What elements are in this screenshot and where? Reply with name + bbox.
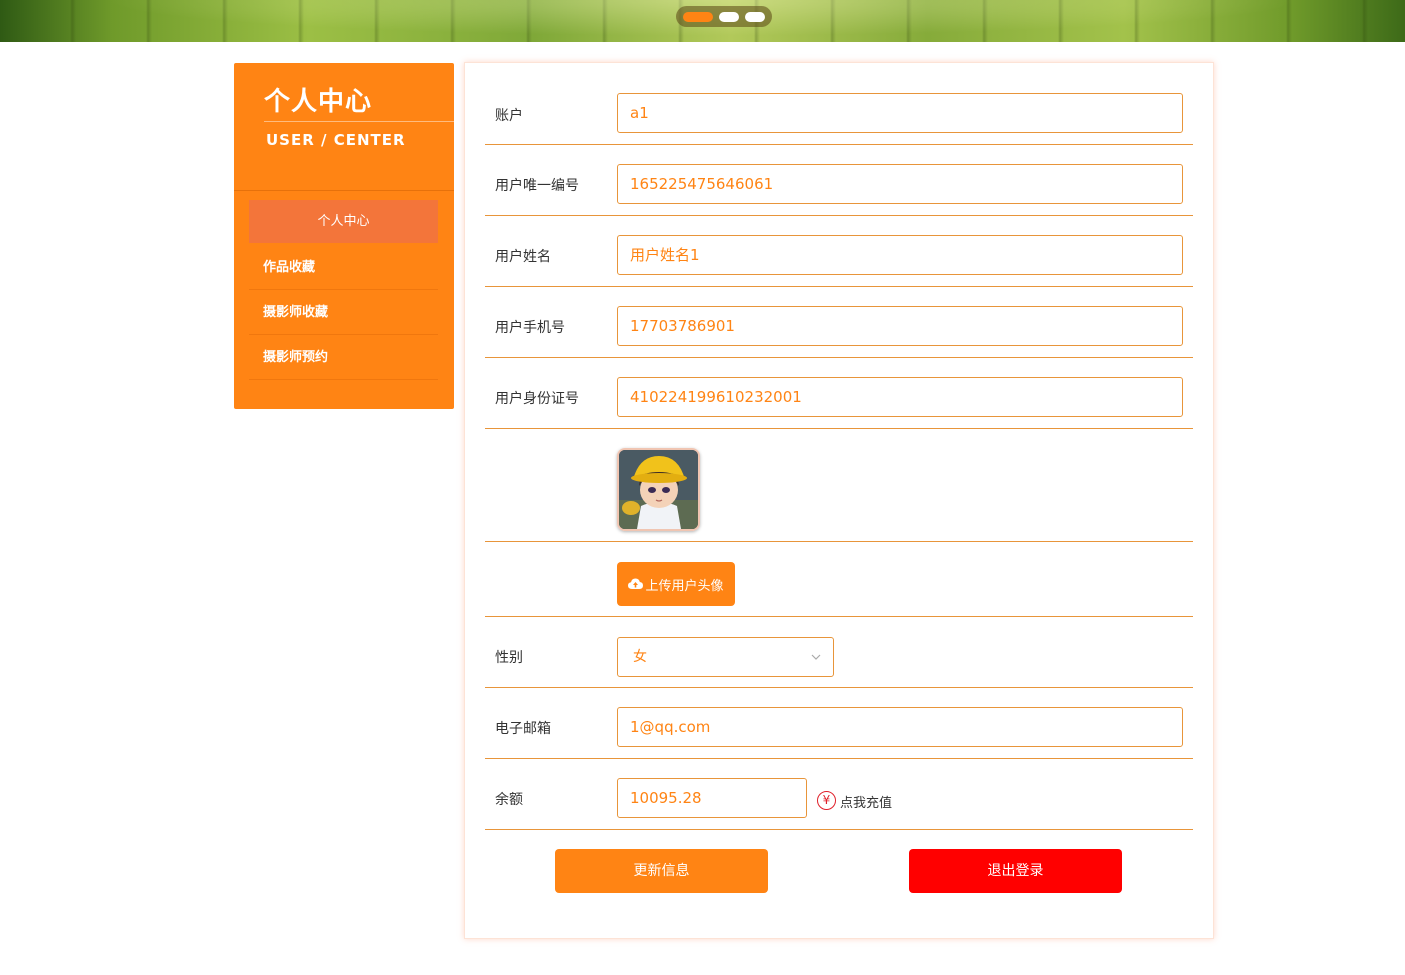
row-user-name: 用户姓名 用户姓名1 bbox=[485, 216, 1193, 287]
user-name-label: 用户姓名 bbox=[495, 249, 551, 265]
email-input[interactable]: 1@qq.com bbox=[617, 707, 1183, 747]
row-gender: 性别 女 bbox=[485, 617, 1193, 688]
account-label: 账户 bbox=[495, 108, 523, 124]
row-account: 账户 a1 bbox=[485, 93, 1193, 145]
user-name-input[interactable]: 用户姓名1 bbox=[617, 235, 1183, 275]
carousel-indicator[interactable] bbox=[676, 6, 772, 27]
logout-button[interactable]: 退出登录 bbox=[909, 849, 1122, 893]
upload-avatar-label: 上传用户头像 bbox=[645, 578, 724, 594]
update-info-button[interactable]: 更新信息 bbox=[555, 849, 768, 893]
user-id-input[interactable]: 165225475646061 bbox=[617, 164, 1183, 204]
upload-avatar-button[interactable]: 上传用户头像 bbox=[617, 562, 735, 606]
id-card-input[interactable]: 410224199610232001 bbox=[617, 377, 1183, 417]
sidebar-subtitle: USER / CENTER bbox=[266, 131, 406, 149]
cloud-upload-icon bbox=[628, 578, 644, 589]
user-id-label: 用户唯一编号 bbox=[495, 178, 579, 194]
chevron-down-icon bbox=[811, 654, 821, 660]
sidebar-item-user-center[interactable]: 个人中心 bbox=[249, 200, 438, 243]
phone-input[interactable]: 17703786901 bbox=[617, 306, 1183, 346]
sidebar-title-divider bbox=[264, 121, 454, 122]
recharge-link[interactable]: ¥ 点我充值 bbox=[817, 789, 892, 811]
yen-icon: ¥ bbox=[817, 790, 836, 810]
row-upload-avatar: 上传用户头像 bbox=[485, 542, 1193, 617]
carousel-dot-1[interactable] bbox=[683, 11, 713, 22]
profile-form-panel: 账户 a1 用户唯一编号 165225475646061 用户姓名 用户姓名1 … bbox=[464, 62, 1214, 939]
balance-label: 余额 bbox=[495, 792, 523, 808]
user-avatar bbox=[617, 448, 700, 531]
phone-label: 用户手机号 bbox=[495, 320, 565, 336]
id-card-label: 用户身份证号 bbox=[495, 391, 579, 407]
balance-input[interactable]: 10095.28 bbox=[617, 778, 807, 818]
sidebar-item-photographer-booking[interactable]: 摄影师预约 bbox=[249, 335, 438, 380]
row-email: 电子邮箱 1@qq.com bbox=[485, 688, 1193, 759]
row-avatar bbox=[485, 429, 1193, 542]
carousel-dot-2[interactable] bbox=[719, 11, 739, 22]
row-phone: 用户手机号 17703786901 bbox=[485, 287, 1193, 358]
sidebar-menu: 个人中心 作品收藏 摄影师收藏 摄影师预约 bbox=[249, 200, 438, 380]
top-banner bbox=[0, 0, 1405, 42]
sidebar-divider bbox=[234, 190, 454, 191]
account-input[interactable]: a1 bbox=[617, 93, 1183, 133]
row-id-card: 用户身份证号 410224199610232001 bbox=[485, 358, 1193, 429]
sidebar-item-work-favorites[interactable]: 作品收藏 bbox=[249, 245, 438, 290]
gender-selected-value: 女 bbox=[633, 649, 647, 665]
email-label: 电子邮箱 bbox=[495, 721, 551, 737]
gender-label: 性别 bbox=[495, 650, 523, 666]
row-user-id: 用户唯一编号 165225475646061 bbox=[485, 145, 1193, 216]
recharge-label: 点我充值 bbox=[840, 796, 893, 811]
sidebar-title: 个人中心 bbox=[264, 87, 373, 117]
carousel-dot-3[interactable] bbox=[745, 11, 765, 22]
user-center-sidebar: 个人中心 USER / CENTER 个人中心 作品收藏 摄影师收藏 摄影师预约 bbox=[234, 63, 454, 409]
gender-select[interactable]: 女 bbox=[617, 637, 834, 677]
row-balance: 余额 10095.28 ¥ 点我充值 bbox=[485, 759, 1193, 830]
sidebar-item-photographer-favorites[interactable]: 摄影师收藏 bbox=[249, 290, 438, 335]
avatar-illustration bbox=[619, 450, 698, 529]
